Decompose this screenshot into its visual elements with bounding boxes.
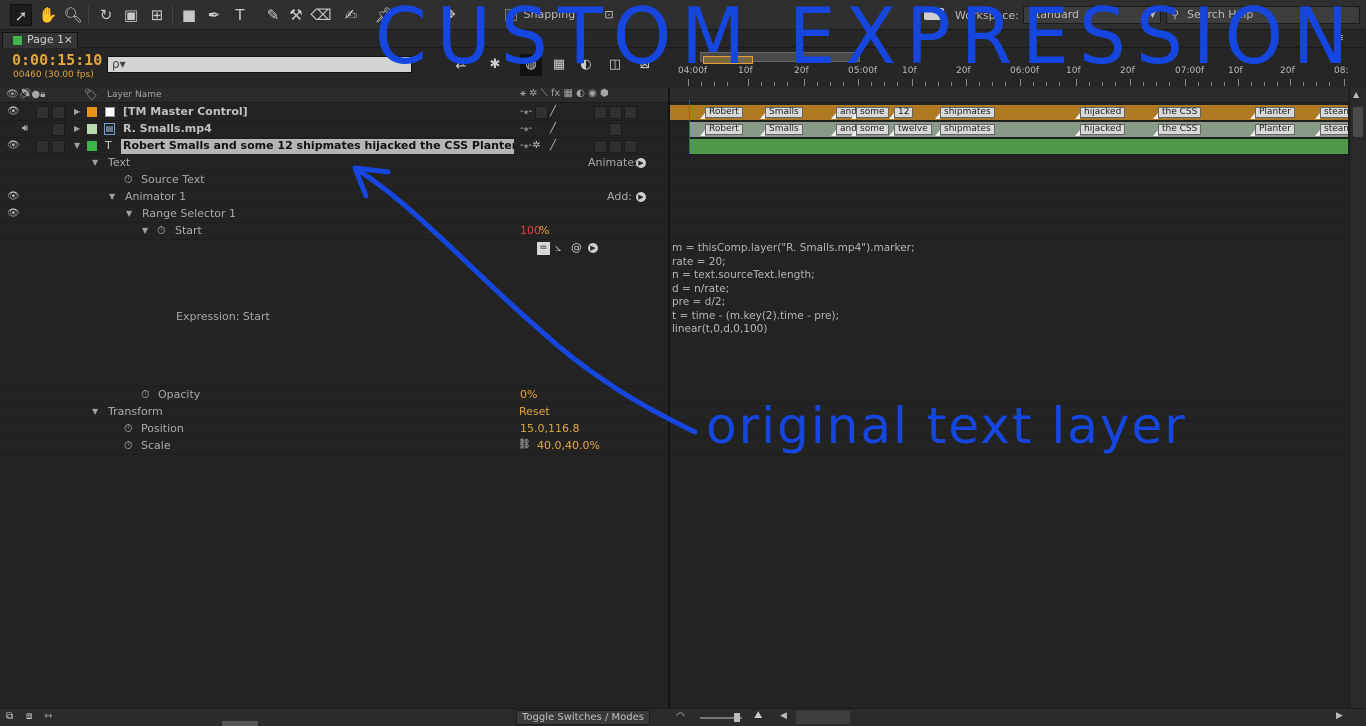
annotation-title: CUSTOM EXPRESSION — [375, 0, 1359, 83]
annotation-subtitle: original text layer — [706, 397, 1187, 455]
annotation-overlay — [352, 165, 698, 435]
annotation-arrow-line — [352, 165, 698, 435]
